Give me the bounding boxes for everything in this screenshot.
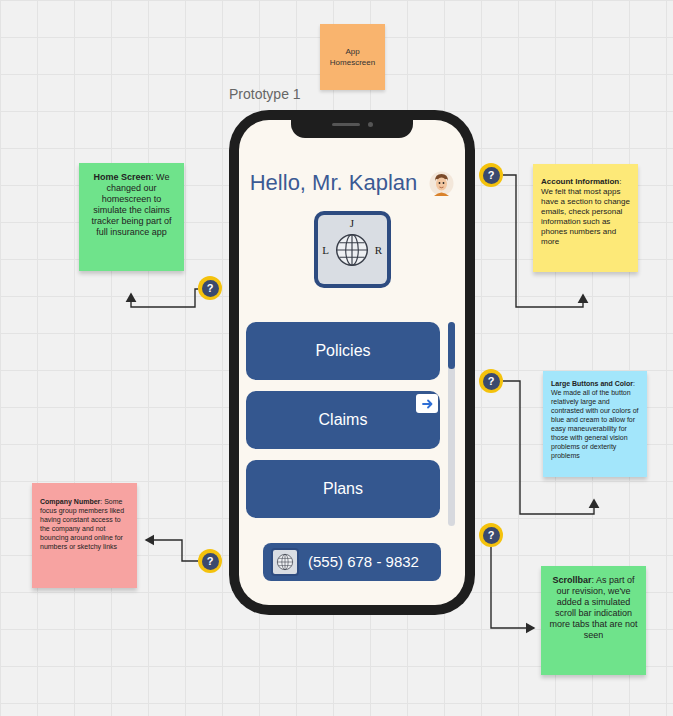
scrollbar-track[interactable] (448, 322, 455, 526)
badge-inner: ? (202, 280, 219, 297)
phone-notch (291, 110, 413, 138)
comment-badge[interactable]: ? (198, 276, 222, 300)
menu-button-label: Policies (315, 341, 370, 361)
note-text: Scrollbar: As part of our revision, we'v… (548, 575, 639, 641)
connector (131, 289, 198, 307)
frame-label: Prototype 1 (229, 85, 301, 103)
note-text: Company Number: Some focus group members… (40, 497, 129, 551)
speaker (332, 123, 360, 126)
logo-inner: J L R (318, 215, 387, 284)
note-title: Large Buttons and Color (551, 380, 633, 387)
phone-screen: Hello, Mr. Kaplan J L R Policies Claims Plans (… (239, 120, 465, 605)
menu-area: Policies Claims Plans (239, 322, 465, 526)
logo-letter: R (375, 244, 382, 256)
sticky-note[interactable]: Large Buttons and Color: We made all of … (543, 371, 647, 477)
company-logo: J L R (314, 211, 391, 288)
sticky-note[interactable]: Account Information: We felt that most a… (533, 164, 638, 272)
comment-badge[interactable]: ? (479, 523, 503, 547)
greeting-row: Hello, Mr. Kaplan (250, 169, 455, 197)
comment-badge[interactable]: ? (198, 549, 222, 573)
badge-inner: ? (483, 167, 500, 184)
menu-button[interactable]: Plans (246, 460, 440, 518)
note-title: Company Number (40, 498, 100, 505)
badge-inner: ? (202, 553, 219, 570)
mini-logo (271, 548, 299, 576)
note-body: : We made all of the button relatively l… (551, 380, 639, 459)
open-button[interactable] (416, 394, 438, 413)
phone-frame: Hello, Mr. Kaplan J L R Policies Claims Plans (… (229, 110, 475, 615)
whiteboard: App Homescreen Prototype 1 Hello, Mr. Kapl… (0, 0, 673, 716)
phone-number: (555) 678 - 9832 (308, 552, 419, 572)
note-body: : We felt that most apps have a section … (541, 177, 630, 246)
phone-number-button[interactable]: (555) 678 - 9832 (263, 543, 441, 581)
sticky-note[interactable]: Scrollbar: As part of our revision, we'v… (541, 566, 646, 675)
avatar[interactable] (429, 171, 454, 196)
scrollbar-thumb[interactable] (448, 322, 455, 369)
title-note[interactable]: App Homescreen (320, 24, 385, 90)
note-title: Home Screen (94, 172, 152, 182)
person-icon (429, 171, 454, 196)
menu-button[interactable]: Claims (246, 391, 440, 449)
note-text: Large Buttons and Color: We made all of … (551, 379, 639, 460)
badge-label: ? (488, 169, 495, 181)
note-body: : Some focus group members liked having … (40, 498, 124, 550)
camera (368, 122, 373, 127)
badge-inner: ? (483, 527, 500, 544)
title-note-text: App Homescreen (324, 46, 381, 68)
globe-icon (276, 553, 294, 571)
logo-letter: L (322, 244, 329, 256)
note-text: Account Information: We felt that most a… (541, 177, 630, 247)
connector (146, 540, 198, 561)
menu-button[interactable]: Policies (246, 322, 440, 380)
badge-label: ? (207, 555, 214, 567)
menu-button-label: Claims (319, 410, 368, 430)
connector (491, 547, 534, 628)
menu-list: Policies Claims Plans (246, 322, 440, 518)
note-title: Account Information (541, 177, 619, 186)
comment-badge[interactable]: ? (479, 163, 503, 187)
greeting: Hello, Mr. Kaplan (250, 169, 418, 197)
globe-icon (334, 232, 370, 268)
sticky-note[interactable]: Home Screen: We changed our homescreen t… (79, 163, 184, 271)
badge-label: ? (488, 375, 495, 387)
menu-button-label: Plans (323, 479, 363, 499)
badge-inner: ? (483, 373, 500, 390)
badge-label: ? (488, 529, 495, 541)
comment-badge[interactable]: ? (479, 369, 503, 393)
note-title: Scrollbar (552, 575, 591, 585)
logo-letter: J (350, 217, 354, 229)
badge-label: ? (207, 282, 214, 294)
sticky-note[interactable]: Company Number: Some focus group members… (32, 483, 137, 588)
note-text: Home Screen: We changed our homescreen t… (86, 172, 177, 238)
arrow-right-icon (421, 398, 434, 410)
